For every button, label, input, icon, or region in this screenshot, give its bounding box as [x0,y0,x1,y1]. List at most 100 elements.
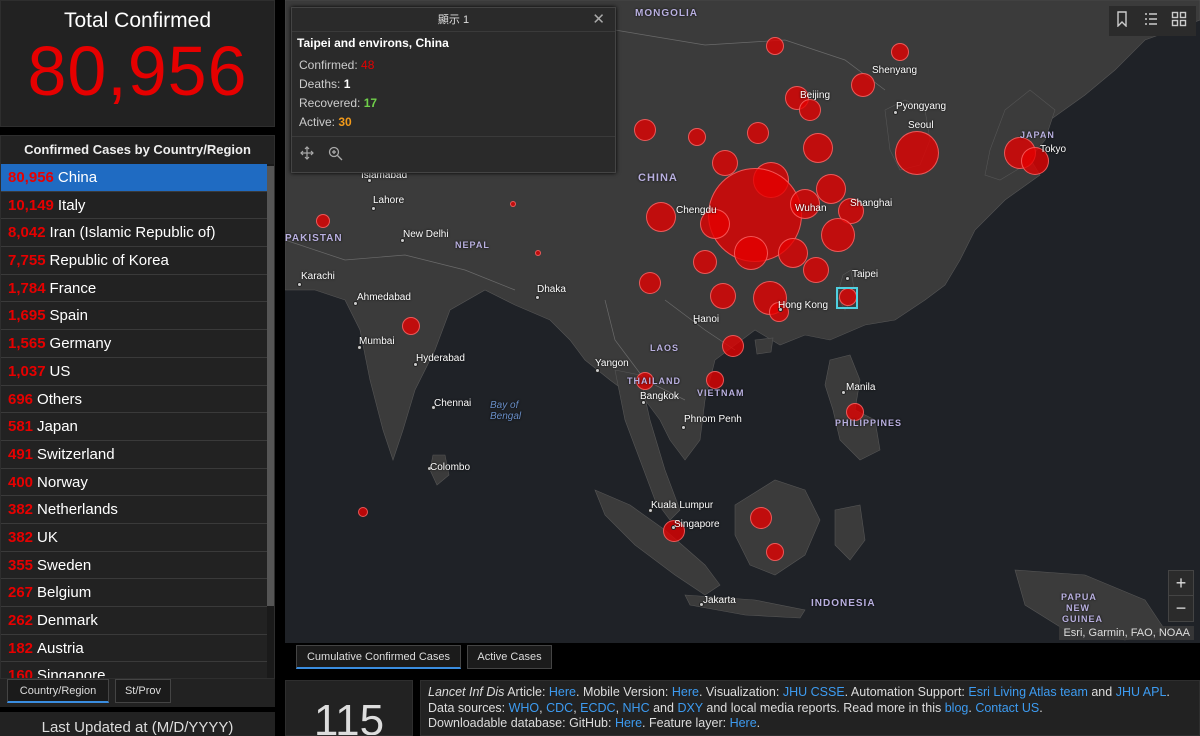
dxy-link[interactable]: DXY [677,701,702,715]
case-bubble[interactable] [535,250,541,256]
blog-link[interactable]: blog [945,701,969,715]
zoom-to-icon[interactable] [328,146,343,164]
list-item[interactable]: 1,784 France [1,275,269,303]
city-dot [371,206,376,211]
case-bubble[interactable] [710,283,736,309]
total-confirmed-title: Total Confirmed [63,9,212,32]
case-bubble[interactable] [750,507,772,529]
info-text: . Automation Support: [844,685,969,699]
case-bubble[interactable] [688,128,706,146]
case-bubble[interactable] [639,272,661,294]
last-updated-panel: Last Updated at (M/D/YYYY) [0,712,275,736]
list-item[interactable]: 382 UK [1,524,269,552]
case-bubble[interactable] [799,99,821,121]
who-link[interactable]: WHO [509,701,540,715]
label-chengdu: Chengdu [676,205,717,216]
info-text: . [756,716,761,730]
list-item[interactable]: 160 Singapore [1,662,269,678]
case-bubble[interactable] [803,257,829,283]
list-item[interactable]: 355 Sweden [1,552,269,580]
list-item[interactable]: 696 Others [1,386,269,414]
country-name: Spain [49,307,88,325]
list-item[interactable]: 491 Switzerland [1,441,269,469]
label-lahore: Lahore [373,195,405,206]
contact-link[interactable]: Contact US [975,701,1039,715]
bookmark-icon[interactable] [1115,11,1133,29]
list-item[interactable]: 80,956 China [1,164,269,192]
move-icon[interactable] [300,146,314,163]
list-item[interactable]: 10,149 Italy [1,192,269,220]
last-updated-label: Last Updated at (M/D/YYYY) [41,719,234,736]
scrollbar-thumb[interactable] [267,166,274,606]
info-text: Article: [504,685,549,699]
info-text: . [1039,700,1043,715]
list-item[interactable]: 7,755 Republic of Korea [1,247,269,275]
case-bubble[interactable] [510,201,516,207]
case-bubble[interactable] [706,371,724,389]
ecdc-link[interactable]: ECDC [580,701,615,715]
case-count: 382 [8,528,34,546]
tab-state-province[interactable]: St/Prov [115,679,171,703]
case-bubble[interactable] [766,37,784,55]
tab-cumulative-confirmed[interactable]: Cumulative Confirmed Cases [296,645,461,669]
list-item[interactable]: 1,695 Spain [1,302,269,331]
case-bubble[interactable] [316,214,330,228]
nhc-link[interactable]: NHC [623,701,650,715]
case-bubble[interactable] [891,43,909,61]
esri-link[interactable]: Esri Living Atlas team [968,685,1088,699]
case-count: 382 [8,501,34,519]
basemap-gallery-icon[interactable] [1171,11,1189,29]
list-item[interactable]: 1,565 Germany [1,330,269,358]
mobile-link[interactable]: Here [672,685,699,699]
case-count: 80,956 [8,169,54,186]
jhu-csse-link[interactable]: JHU CSSE [783,685,845,699]
case-bubble[interactable] [634,119,656,141]
case-bubble[interactable] [358,507,368,517]
label-karachi: Karachi [301,271,335,282]
popup-active: Active: 30 [297,115,610,134]
selected-feature-highlight [836,287,858,309]
list-item[interactable]: 1,037 US [1,358,269,386]
list-item[interactable]: 262 Denmark [1,607,269,635]
tab-active-cases[interactable]: Active Cases [467,645,552,669]
case-bubble[interactable] [895,131,939,175]
country-count-panel: 115 [285,680,413,736]
list-item[interactable]: 382 Netherlands [1,496,269,524]
popup-recovered: Recovered: 17 [297,96,610,115]
case-bubble[interactable] [646,202,676,232]
article-link[interactable]: Here [549,685,576,699]
list-item[interactable]: 182 Austria [1,635,269,663]
cdc-link[interactable]: CDC [546,701,573,715]
country-list-title: Confirmed Cases by Country/Region [24,142,251,157]
total-confirmed-panel: Total Confirmed 80,956 [0,0,275,127]
case-bubble[interactable] [693,250,717,274]
case-bubble[interactable] [803,133,833,163]
list-item[interactable]: 8,042 Iran (Islamic Republic of) [1,219,269,248]
country-name: Sweden [37,556,92,574]
tab-country-region[interactable]: Country/Region [7,679,109,703]
case-bubble[interactable] [821,218,855,252]
case-bubble[interactable] [734,236,768,270]
zoom-out-button[interactable]: − [1169,596,1193,621]
case-bubble[interactable] [402,317,420,335]
feature-layer-link[interactable]: Here [730,716,757,730]
list-item[interactable]: 400 Norway [1,469,269,497]
confirmed-label: Confirmed: [299,58,358,72]
case-bubble[interactable] [747,122,769,144]
case-bubble[interactable] [766,543,784,561]
case-bubble[interactable] [722,335,744,357]
jhu-apl-link[interactable]: JHU APL [1116,685,1167,699]
feature-popup[interactable]: 顯示 1 ✕ Taipei and environs, China Confir… [291,7,616,173]
label-wuhan: Wuhan [795,203,827,214]
list-item[interactable]: 581 Japan [1,413,269,441]
info-text: . Mobile Version: [576,685,672,699]
case-bubble[interactable] [851,73,875,97]
country-list-scrollbar[interactable] [267,164,274,678]
github-link[interactable]: Here [615,716,642,730]
close-icon[interactable]: ✕ [592,8,605,32]
country-name: Republic of Korea [49,252,169,270]
list-icon[interactable] [1143,11,1161,29]
zoom-in-button[interactable]: + [1169,571,1193,596]
list-item[interactable]: 267 Belgium [1,579,269,607]
case-bubble[interactable] [816,174,846,204]
